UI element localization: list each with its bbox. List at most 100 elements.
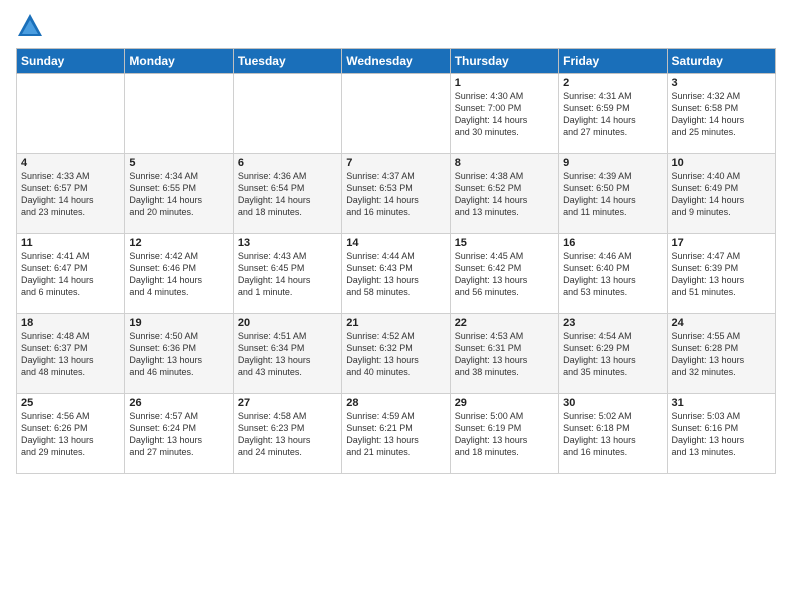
day-number: 5 [129,157,228,169]
calendar-week-row: 1Sunrise: 4:30 AM Sunset: 7:00 PM Daylig… [17,74,776,154]
calendar-cell: 17Sunrise: 4:47 AM Sunset: 6:39 PM Dayli… [667,234,775,314]
logo-icon [16,12,44,40]
day-info: Sunrise: 4:57 AM Sunset: 6:24 PM Dayligh… [129,410,228,459]
calendar-cell: 9Sunrise: 4:39 AM Sunset: 6:50 PM Daylig… [559,154,667,234]
day-number: 13 [238,237,337,249]
day-info: Sunrise: 4:32 AM Sunset: 6:58 PM Dayligh… [672,90,771,139]
day-info: Sunrise: 4:51 AM Sunset: 6:34 PM Dayligh… [238,330,337,379]
day-number: 6 [238,157,337,169]
day-number: 22 [455,317,554,329]
calendar-cell [17,74,125,154]
day-number: 7 [346,157,445,169]
calendar-cell: 21Sunrise: 4:52 AM Sunset: 6:32 PM Dayli… [342,314,450,394]
page-header [16,12,776,40]
day-info: Sunrise: 4:34 AM Sunset: 6:55 PM Dayligh… [129,170,228,219]
day-info: Sunrise: 4:33 AM Sunset: 6:57 PM Dayligh… [21,170,120,219]
calendar-cell: 8Sunrise: 4:38 AM Sunset: 6:52 PM Daylig… [450,154,558,234]
calendar-header-row: SundayMondayTuesdayWednesdayThursdayFrid… [17,49,776,74]
day-info: Sunrise: 4:55 AM Sunset: 6:28 PM Dayligh… [672,330,771,379]
day-number: 27 [238,397,337,409]
calendar-cell: 1Sunrise: 4:30 AM Sunset: 7:00 PM Daylig… [450,74,558,154]
day-info: Sunrise: 5:03 AM Sunset: 6:16 PM Dayligh… [672,410,771,459]
calendar-cell: 11Sunrise: 4:41 AM Sunset: 6:47 PM Dayli… [17,234,125,314]
day-info: Sunrise: 4:50 AM Sunset: 6:36 PM Dayligh… [129,330,228,379]
calendar-cell: 23Sunrise: 4:54 AM Sunset: 6:29 PM Dayli… [559,314,667,394]
day-number: 12 [129,237,228,249]
calendar-cell: 28Sunrise: 4:59 AM Sunset: 6:21 PM Dayli… [342,394,450,474]
day-info: Sunrise: 5:00 AM Sunset: 6:19 PM Dayligh… [455,410,554,459]
day-info: Sunrise: 4:59 AM Sunset: 6:21 PM Dayligh… [346,410,445,459]
day-number: 17 [672,237,771,249]
calendar-cell [342,74,450,154]
calendar-cell: 25Sunrise: 4:56 AM Sunset: 6:26 PM Dayli… [17,394,125,474]
day-number: 26 [129,397,228,409]
day-of-week-header: Saturday [667,49,775,74]
day-number: 15 [455,237,554,249]
calendar-cell: 6Sunrise: 4:36 AM Sunset: 6:54 PM Daylig… [233,154,341,234]
calendar-cell: 24Sunrise: 4:55 AM Sunset: 6:28 PM Dayli… [667,314,775,394]
day-number: 16 [563,237,662,249]
day-info: Sunrise: 4:58 AM Sunset: 6:23 PM Dayligh… [238,410,337,459]
calendar-cell: 22Sunrise: 4:53 AM Sunset: 6:31 PM Dayli… [450,314,558,394]
day-info: Sunrise: 4:37 AM Sunset: 6:53 PM Dayligh… [346,170,445,219]
day-of-week-header: Monday [125,49,233,74]
calendar-cell [125,74,233,154]
day-info: Sunrise: 4:30 AM Sunset: 7:00 PM Dayligh… [455,90,554,139]
day-info: Sunrise: 4:45 AM Sunset: 6:42 PM Dayligh… [455,250,554,299]
day-number: 29 [455,397,554,409]
day-info: Sunrise: 4:53 AM Sunset: 6:31 PM Dayligh… [455,330,554,379]
calendar-cell: 31Sunrise: 5:03 AM Sunset: 6:16 PM Dayli… [667,394,775,474]
day-number: 30 [563,397,662,409]
day-of-week-header: Friday [559,49,667,74]
day-info: Sunrise: 4:56 AM Sunset: 6:26 PM Dayligh… [21,410,120,459]
calendar-week-row: 25Sunrise: 4:56 AM Sunset: 6:26 PM Dayli… [17,394,776,474]
day-info: Sunrise: 4:41 AM Sunset: 6:47 PM Dayligh… [21,250,120,299]
calendar-cell: 5Sunrise: 4:34 AM Sunset: 6:55 PM Daylig… [125,154,233,234]
day-number: 18 [21,317,120,329]
day-info: Sunrise: 4:39 AM Sunset: 6:50 PM Dayligh… [563,170,662,219]
calendar-cell: 16Sunrise: 4:46 AM Sunset: 6:40 PM Dayli… [559,234,667,314]
calendar-cell: 7Sunrise: 4:37 AM Sunset: 6:53 PM Daylig… [342,154,450,234]
day-number: 19 [129,317,228,329]
day-number: 24 [672,317,771,329]
calendar-cell: 27Sunrise: 4:58 AM Sunset: 6:23 PM Dayli… [233,394,341,474]
day-info: Sunrise: 4:54 AM Sunset: 6:29 PM Dayligh… [563,330,662,379]
day-info: Sunrise: 4:31 AM Sunset: 6:59 PM Dayligh… [563,90,662,139]
day-of-week-header: Wednesday [342,49,450,74]
logo [16,12,48,40]
day-info: Sunrise: 4:44 AM Sunset: 6:43 PM Dayligh… [346,250,445,299]
calendar-cell: 29Sunrise: 5:00 AM Sunset: 6:19 PM Dayli… [450,394,558,474]
calendar-week-row: 4Sunrise: 4:33 AM Sunset: 6:57 PM Daylig… [17,154,776,234]
calendar-cell: 30Sunrise: 5:02 AM Sunset: 6:18 PM Dayli… [559,394,667,474]
day-of-week-header: Sunday [17,49,125,74]
calendar-page: SundayMondayTuesdayWednesdayThursdayFrid… [0,0,792,612]
day-info: Sunrise: 4:36 AM Sunset: 6:54 PM Dayligh… [238,170,337,219]
day-info: Sunrise: 4:46 AM Sunset: 6:40 PM Dayligh… [563,250,662,299]
day-info: Sunrise: 4:38 AM Sunset: 6:52 PM Dayligh… [455,170,554,219]
calendar-cell: 2Sunrise: 4:31 AM Sunset: 6:59 PM Daylig… [559,74,667,154]
calendar-cell: 12Sunrise: 4:42 AM Sunset: 6:46 PM Dayli… [125,234,233,314]
day-number: 20 [238,317,337,329]
calendar-cell: 13Sunrise: 4:43 AM Sunset: 6:45 PM Dayli… [233,234,341,314]
calendar-cell: 14Sunrise: 4:44 AM Sunset: 6:43 PM Dayli… [342,234,450,314]
calendar-cell [233,74,341,154]
calendar-cell: 10Sunrise: 4:40 AM Sunset: 6:49 PM Dayli… [667,154,775,234]
day-number: 31 [672,397,771,409]
calendar-table: SundayMondayTuesdayWednesdayThursdayFrid… [16,48,776,474]
day-number: 1 [455,77,554,89]
calendar-cell: 4Sunrise: 4:33 AM Sunset: 6:57 PM Daylig… [17,154,125,234]
day-info: Sunrise: 4:48 AM Sunset: 6:37 PM Dayligh… [21,330,120,379]
day-info: Sunrise: 5:02 AM Sunset: 6:18 PM Dayligh… [563,410,662,459]
day-number: 11 [21,237,120,249]
calendar-cell: 18Sunrise: 4:48 AM Sunset: 6:37 PM Dayli… [17,314,125,394]
day-number: 3 [672,77,771,89]
day-info: Sunrise: 4:42 AM Sunset: 6:46 PM Dayligh… [129,250,228,299]
calendar-week-row: 18Sunrise: 4:48 AM Sunset: 6:37 PM Dayli… [17,314,776,394]
day-info: Sunrise: 4:47 AM Sunset: 6:39 PM Dayligh… [672,250,771,299]
day-number: 23 [563,317,662,329]
day-number: 4 [21,157,120,169]
day-number: 25 [21,397,120,409]
day-of-week-header: Tuesday [233,49,341,74]
calendar-cell: 26Sunrise: 4:57 AM Sunset: 6:24 PM Dayli… [125,394,233,474]
day-number: 10 [672,157,771,169]
